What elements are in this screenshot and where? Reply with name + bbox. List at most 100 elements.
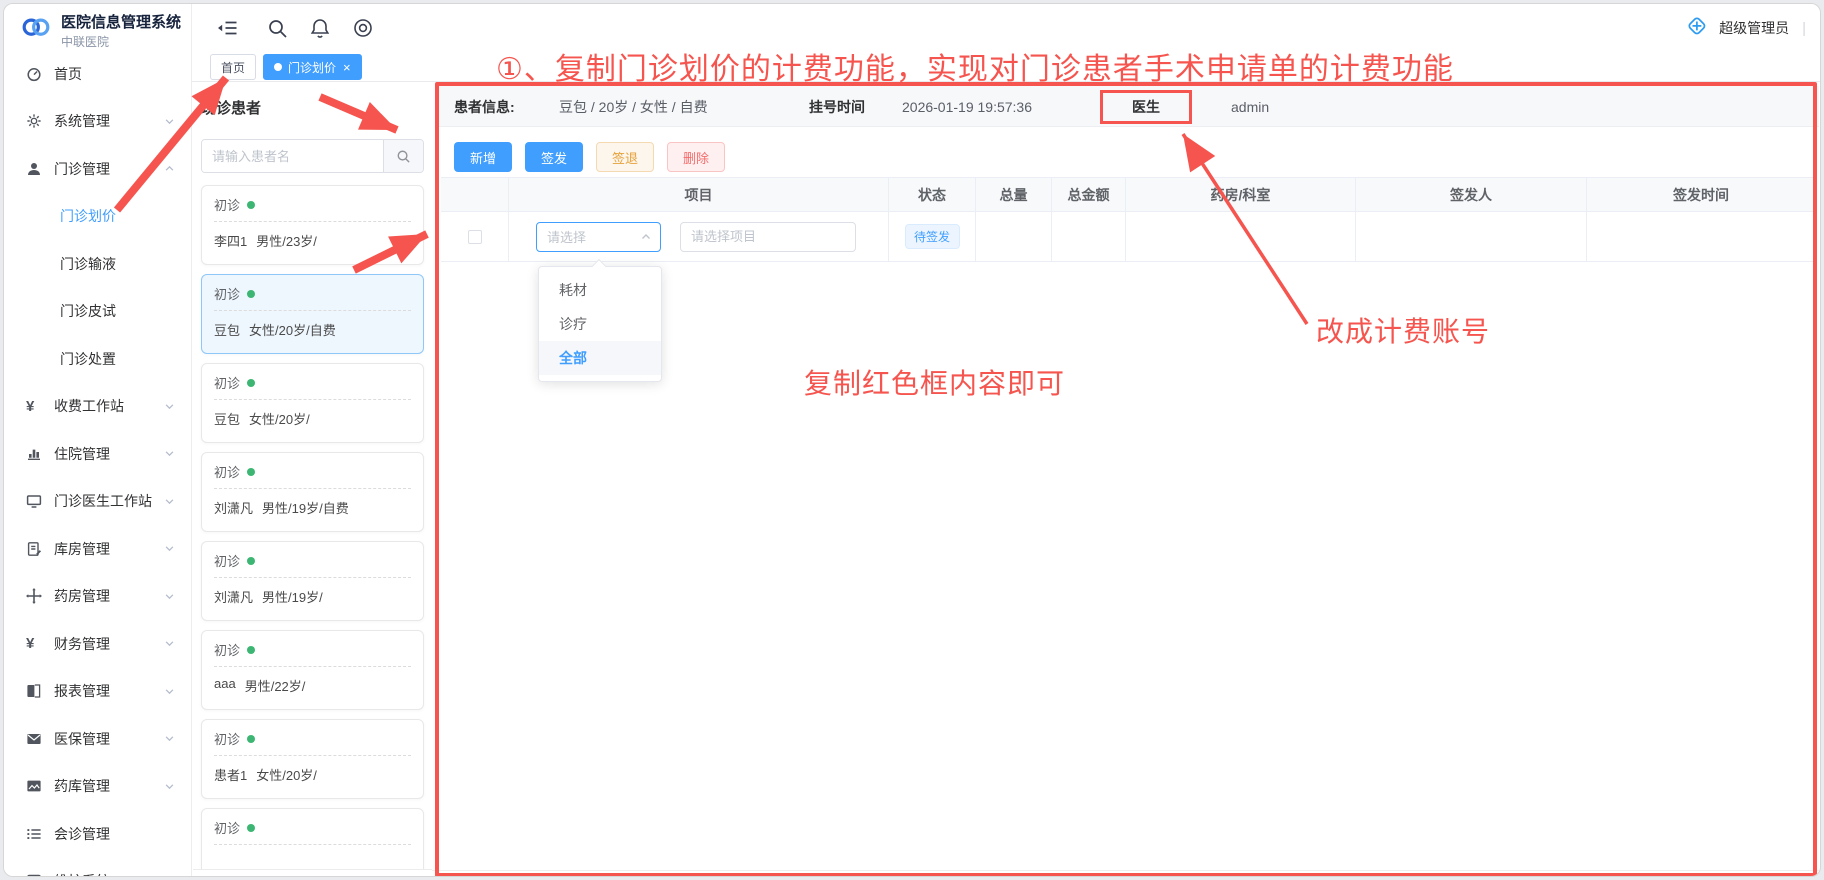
sidebar-item[interactable]: 报表管理 xyxy=(4,668,191,716)
add-button[interactable]: 新增 xyxy=(454,142,512,172)
patient-card[interactable]: 初诊刘潇凡男性/19岁/自费 xyxy=(201,452,424,532)
sidebar-item[interactable]: 门诊皮试 xyxy=(4,288,191,336)
status-dot xyxy=(247,557,255,565)
patient-name: aaa xyxy=(214,676,236,695)
chevron-up-icon xyxy=(640,231,652,243)
sidebar-item[interactable]: 会诊管理 xyxy=(4,810,191,858)
patient-card[interactable]: 初诊豆包女性/20岁/自费 xyxy=(201,274,424,354)
patient-search-button[interactable] xyxy=(383,140,423,172)
chevron-up-icon xyxy=(164,163,175,174)
issue-button[interactable]: 签发 xyxy=(525,142,583,172)
topbar-divider: | xyxy=(1802,20,1806,37)
card-divider xyxy=(214,844,411,845)
sidebar-item[interactable]: 住院管理 xyxy=(4,430,191,478)
qty-cell xyxy=(976,212,1052,262)
annotation-note-copy: 复制红色框内容即可 xyxy=(804,362,1065,402)
sidebar-item-label: 维护系统 xyxy=(54,871,110,876)
sidebar-item[interactable]: 药库管理 xyxy=(4,763,191,811)
status-dot xyxy=(247,290,255,298)
table-header: 项目状态总量总金额药房/科室签发人签发时间 xyxy=(441,177,1815,212)
monitor-icon xyxy=(26,493,44,509)
patient-card[interactable]: 初诊豆包女性/20岁/ xyxy=(201,363,424,443)
yen-icon: ¥ xyxy=(26,635,44,652)
issue-time-cell xyxy=(1587,212,1815,262)
sidebar-item-label: 门诊医生工作站 xyxy=(54,491,152,511)
sidebar-item[interactable]: 首页 xyxy=(4,50,191,98)
sidebar-item[interactable]: ¥财务管理 xyxy=(4,620,191,668)
sidebar-item-label: 会诊管理 xyxy=(54,824,110,844)
sidebar-item[interactable]: 药房管理 xyxy=(4,573,191,621)
sidebar-item-label: 药库管理 xyxy=(54,776,110,796)
chevron-down-icon xyxy=(164,638,175,649)
sidebar-item-label: 住院管理 xyxy=(54,444,110,464)
dropdown-option[interactable]: 诊疗 xyxy=(539,307,661,341)
status-dot xyxy=(247,646,255,654)
row-checkbox[interactable] xyxy=(468,230,482,244)
dropdown-option[interactable]: 全部 xyxy=(539,341,661,375)
sidebar-item[interactable]: 维护系统 xyxy=(4,858,191,877)
patient-meta: 男性/23岁/ xyxy=(256,231,317,250)
sidebar-item[interactable]: 库房管理 xyxy=(4,525,191,573)
app-logo-icon xyxy=(19,13,53,45)
patient-name: 患者1 xyxy=(214,765,247,784)
sidebar-item[interactable]: 门诊管理 xyxy=(4,145,191,193)
type-select-placeholder: 请选择 xyxy=(547,227,586,246)
patient-search-input[interactable] xyxy=(202,140,383,172)
patient-card[interactable]: 初诊刘潇凡男性/19岁/ xyxy=(201,541,424,621)
user-role: 超级管理员 xyxy=(1719,18,1789,38)
sidebar-item[interactable]: 门诊处置 xyxy=(4,335,191,383)
tab-label: 门诊划价 xyxy=(288,59,336,76)
bell-icon[interactable] xyxy=(309,17,331,39)
status-dot xyxy=(247,735,255,743)
app-window: 医院信息管理系统 中联医院 首页系统管理门诊管理门诊划价门诊输液门诊皮试门诊处置… xyxy=(3,3,1821,877)
card-divider xyxy=(214,488,411,489)
dropdown-options: 耗材诊疗全部 xyxy=(539,273,661,375)
item-cell: 请选择 xyxy=(509,212,889,262)
sidebar-item-label: 药房管理 xyxy=(54,586,110,606)
tab-label: 首页 xyxy=(221,59,245,76)
sidebar-item[interactable]: 门诊输液 xyxy=(4,240,191,288)
content-bottom-divider xyxy=(432,870,1820,871)
type-select[interactable]: 请选择 xyxy=(536,222,661,252)
patient-card[interactable]: 初诊李四1男性/23岁/ xyxy=(201,185,424,265)
sidebar-item[interactable]: 系统管理 xyxy=(4,98,191,146)
tab[interactable]: 门诊划价 × xyxy=(263,54,362,80)
patient-card[interactable]: 初诊aaa男性/22岁/ xyxy=(201,630,424,710)
revoke-button[interactable]: 签退 xyxy=(596,142,654,172)
column-header: 总金额 xyxy=(1052,178,1126,212)
hospital-name: 中联医院 xyxy=(61,33,181,50)
patient-card[interactable]: 初诊患者1女性/20岁/ xyxy=(201,719,424,799)
patient-card[interactable]: 初诊 xyxy=(201,808,424,870)
sidebar-item[interactable]: 医保管理 xyxy=(4,715,191,763)
sidebar-item[interactable]: ¥收费工作站 xyxy=(4,383,191,431)
sidebar-item-label: 门诊划价 xyxy=(60,206,116,226)
delete-button[interactable]: 删除 xyxy=(667,142,725,172)
checkbox-cell xyxy=(441,212,509,262)
fullscreen-icon[interactable] xyxy=(352,17,374,39)
sidebar-item[interactable]: 门诊医生工作站 xyxy=(4,478,191,526)
visit-type-label: 初诊 xyxy=(214,551,240,570)
tab-close-icon[interactable]: × xyxy=(343,60,351,75)
patient-panel: 现诊患者 初诊李四1男性/23岁/初诊豆包女性/20岁/自费初诊豆包女性/20岁… xyxy=(193,82,432,870)
dropdown-option[interactable]: 耗材 xyxy=(539,273,661,307)
patient-name: 豆包 xyxy=(214,320,240,339)
sidebar-item-label: 门诊输液 xyxy=(60,254,116,274)
items-table: 项目状态总量总金额药房/科室签发人签发时间 请选择 待签发 xyxy=(441,177,1815,262)
sidebar-item-label: 收费工作站 xyxy=(54,396,124,416)
cross-icon xyxy=(26,588,44,604)
annotation-note-account: 改成计费账号 xyxy=(1316,310,1490,350)
doc-icon xyxy=(26,541,44,557)
patient-name: 李四1 xyxy=(214,231,247,250)
chevron-down-icon xyxy=(164,591,175,602)
user-info[interactable]: 超级管理员 | xyxy=(1684,4,1806,52)
tab[interactable]: 首页 xyxy=(210,54,256,80)
item-search-input[interactable] xyxy=(680,222,856,252)
mail-icon xyxy=(26,731,44,747)
card-divider xyxy=(214,310,411,311)
sidebar-item[interactable]: 门诊划价 xyxy=(4,193,191,241)
dept-cell xyxy=(1126,212,1356,262)
issuer-cell xyxy=(1356,212,1587,262)
chevron-down-icon xyxy=(164,543,175,554)
menu-fold-icon[interactable] xyxy=(216,17,238,39)
search-icon[interactable] xyxy=(266,17,288,39)
